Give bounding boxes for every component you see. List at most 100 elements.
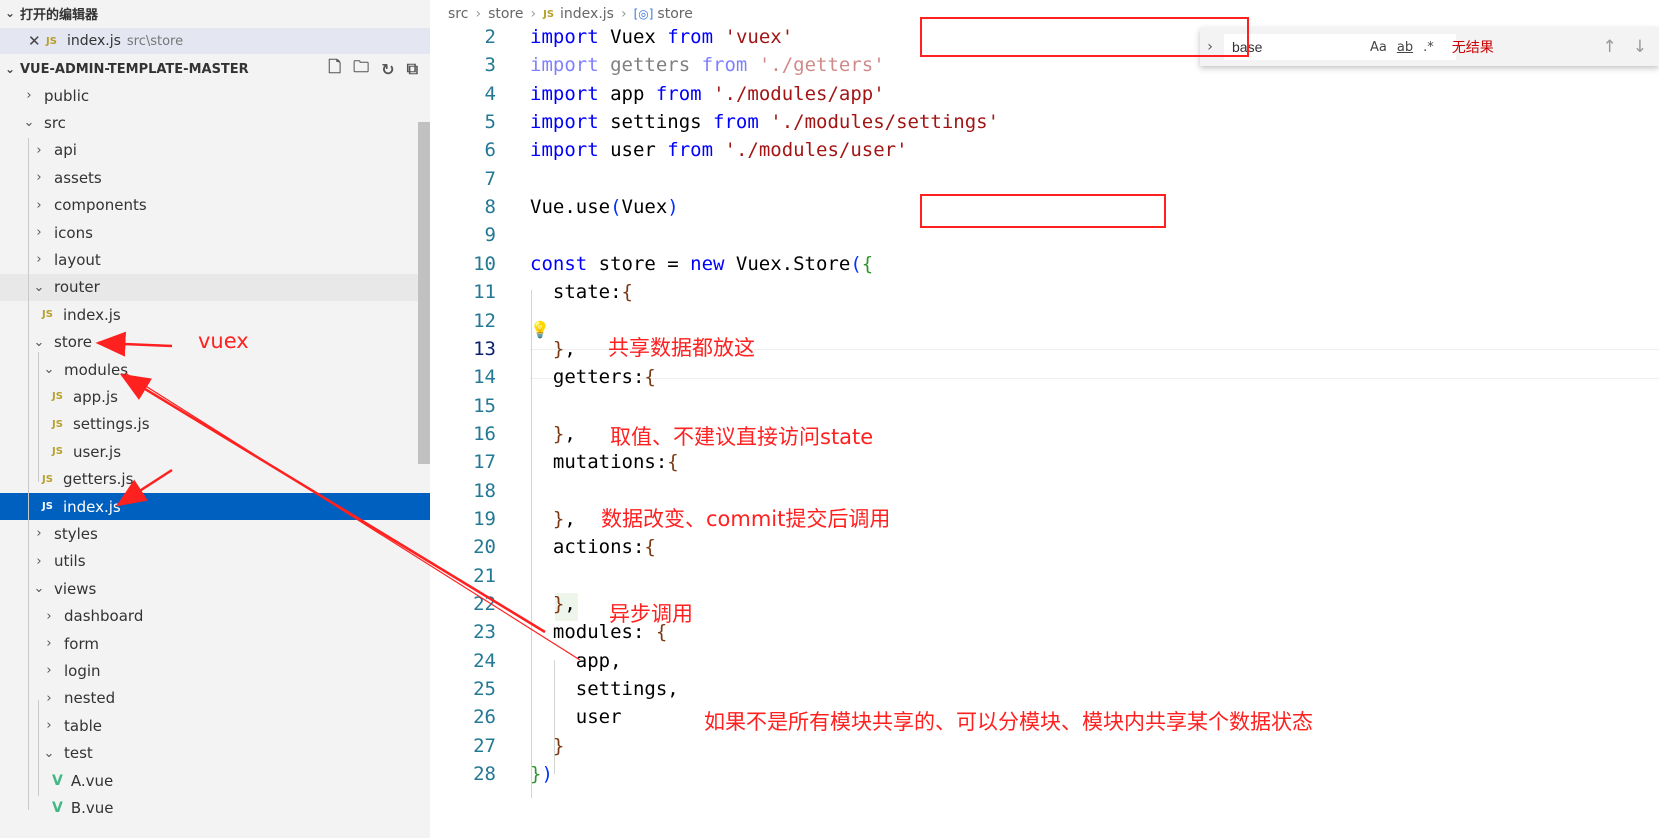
tree-folder-form[interactable]: › form: [0, 630, 418, 657]
code-line[interactable]: 20 actions:{: [430, 532, 1659, 562]
breadcrumb-item-src[interactable]: src: [448, 6, 468, 22]
arrow-down-icon[interactable]: ↓: [1633, 37, 1647, 57]
new-folder-icon[interactable]: 🗀: [353, 56, 369, 83]
match-case-toggle[interactable]: Aa: [1370, 40, 1387, 55]
chevron-right-icon: ›: [36, 553, 42, 569]
annotation-modules: 如果不是所有模块共享的、可以分模块、模块内共享某个数据状态: [704, 710, 1313, 734]
tree-folder-modules[interactable]: ⌄ modules: [0, 356, 418, 383]
tree-file-settings-js[interactable]: JS settings.js: [0, 411, 418, 438]
find-widget: › Aa ab .* 无结果 ↑ ↓: [1200, 28, 1659, 66]
tree-indent-guide: [28, 138, 29, 810]
tree-file-a-vue[interactable]: V A.vue: [0, 767, 418, 794]
tree-file-app-js[interactable]: JS app.js: [0, 383, 418, 410]
project-title: VUE-ADMIN-TEMPLATE-MASTER: [20, 61, 249, 77]
tree-folder-components[interactable]: › components: [0, 192, 418, 219]
tree-file-index-js[interactable]: JS index.js: [0, 301, 418, 328]
annotation-actions: 异步调用: [609, 602, 693, 626]
tree-folder-router[interactable]: ⌄ router: [0, 273, 418, 301]
close-icon[interactable]: ✕: [28, 32, 46, 50]
code-line[interactable]: 25 settings,: [430, 674, 1659, 704]
regex-toggle[interactable]: .*: [1423, 40, 1434, 55]
lightbulb-icon[interactable]: 💡: [530, 320, 550, 339]
line-number: 5: [484, 111, 496, 134]
code-line[interactable]: 10 const store = new Vuex.Store({: [430, 249, 1659, 279]
code-line[interactable]: 28}): [430, 759, 1659, 789]
line-number: 6: [484, 139, 496, 162]
code-line[interactable]: 15: [430, 391, 1659, 421]
whole-word-toggle[interactable]: ab: [1397, 40, 1413, 55]
chevron-down-icon: ⌄: [43, 745, 55, 761]
tree-indent-guide: [38, 700, 39, 796]
js-file-icon: JS: [42, 473, 53, 485]
line-number: 10: [473, 252, 496, 275]
tree-item-label: getters.js: [62, 470, 134, 489]
code-line[interactable]: 7: [430, 164, 1659, 194]
breadcrumb-item-file[interactable]: index.js: [560, 6, 614, 22]
code-line[interactable]: 5 import settings from './modules/setting…: [430, 107, 1659, 137]
tree-folder-dashboard[interactable]: › dashboard: [0, 603, 418, 630]
line-number: 9: [484, 224, 496, 247]
arrow-up-icon[interactable]: ↑: [1603, 37, 1617, 57]
tree-folder-assets[interactable]: › assets: [0, 164, 418, 191]
chevron-down-icon: ⌄: [33, 334, 45, 350]
tree-indent-guide: [38, 352, 39, 482]
chevron-down-icon: ⌄: [33, 581, 45, 597]
tree-file-b-vue[interactable]: V B.vue: [0, 794, 418, 821]
code-text: import app from './modules/app': [530, 82, 885, 105]
tree-item-label: login: [64, 661, 101, 680]
open-editors-header[interactable]: ⌄ 打开的编辑器: [0, 0, 430, 26]
tree-folder-utils[interactable]: › utils: [0, 548, 418, 575]
line-number: 19: [473, 507, 496, 530]
tree-folder-styles[interactable]: › styles: [0, 520, 418, 547]
code-line[interactable]: 12: [430, 306, 1659, 336]
tree-folder-nested[interactable]: › nested: [0, 685, 418, 712]
refresh-icon[interactable]: ↻: [381, 60, 394, 79]
code-text: Vue.use(Vuex): [530, 196, 679, 219]
tree-item-label: utils: [54, 552, 86, 571]
chevron-down-icon: ⌄: [4, 6, 16, 20]
js-file-icon: JS: [52, 391, 63, 403]
tree-folder-public[interactable]: › public: [0, 82, 418, 109]
project-header[interactable]: ⌄ VUE-ADMIN-TEMPLATE-MASTER 🗋 🗀 ↻ ⧉: [0, 56, 430, 82]
tree-folder-icons[interactable]: › icons: [0, 219, 418, 246]
code-line[interactable]: 17 mutations:{: [430, 447, 1659, 477]
sidebar-scrollbar[interactable]: [418, 122, 430, 464]
tree-item-label: public: [44, 86, 90, 105]
code-line[interactable]: 14 getters:{: [430, 362, 1659, 392]
line-number: 12: [473, 309, 496, 332]
code-line[interactable]: 6 import user from './modules/user': [430, 135, 1659, 165]
code-line[interactable]: 11 state:{: [430, 277, 1659, 307]
tree-file-user-js[interactable]: JS user.js: [0, 438, 418, 465]
code-text: import settings from './modules/settings…: [530, 111, 1000, 134]
open-editor-item[interactable]: ✕ JS index.js src\store: [0, 28, 430, 54]
chevron-right-icon: ›: [46, 718, 52, 734]
tree-folder-login[interactable]: › login: [0, 657, 418, 684]
tree-folder-api[interactable]: › api: [0, 137, 418, 164]
annotation-mutations: 数据改变、commit提交后调用: [601, 507, 891, 531]
tree-folder-table[interactable]: › table: [0, 712, 418, 739]
tree-folder-layout[interactable]: › layout: [0, 246, 418, 273]
chevron-right-icon: ›: [46, 663, 52, 679]
variable-icon: [◎]: [633, 7, 654, 21]
collapse-all-icon[interactable]: ⧉: [407, 59, 418, 79]
annotation-vuex: vuex: [198, 329, 249, 353]
tree-file-index-js[interactable]: JS index.js: [0, 493, 430, 520]
new-file-icon[interactable]: 🗋: [328, 56, 341, 83]
tree-folder-test[interactable]: ⌄ test: [0, 740, 418, 767]
breadcrumb-item-symbol[interactable]: store: [657, 6, 692, 22]
line-number: 28: [473, 763, 496, 786]
tree-folder-src[interactable]: ⌄ src: [0, 109, 418, 136]
annotation-getters: 取值、不建议直接访问state: [610, 425, 874, 449]
code-line[interactable]: 24 app,: [430, 646, 1659, 676]
tree-file-getters-js[interactable]: JS getters.js: [0, 466, 418, 493]
code-line[interactable]: 4 import app from './modules/app': [430, 79, 1659, 109]
tree-item-label: router: [54, 278, 100, 297]
breadcrumb-item-store[interactable]: store: [488, 6, 523, 22]
js-file-icon: JS: [52, 446, 63, 458]
line-number: 7: [484, 167, 496, 190]
code-line[interactable]: 21: [430, 561, 1659, 591]
code-line[interactable]: 18: [430, 476, 1659, 506]
line-number: 3: [484, 54, 496, 77]
line-number: 23: [473, 621, 496, 644]
tree-folder-views[interactable]: ⌄ views: [0, 575, 418, 602]
